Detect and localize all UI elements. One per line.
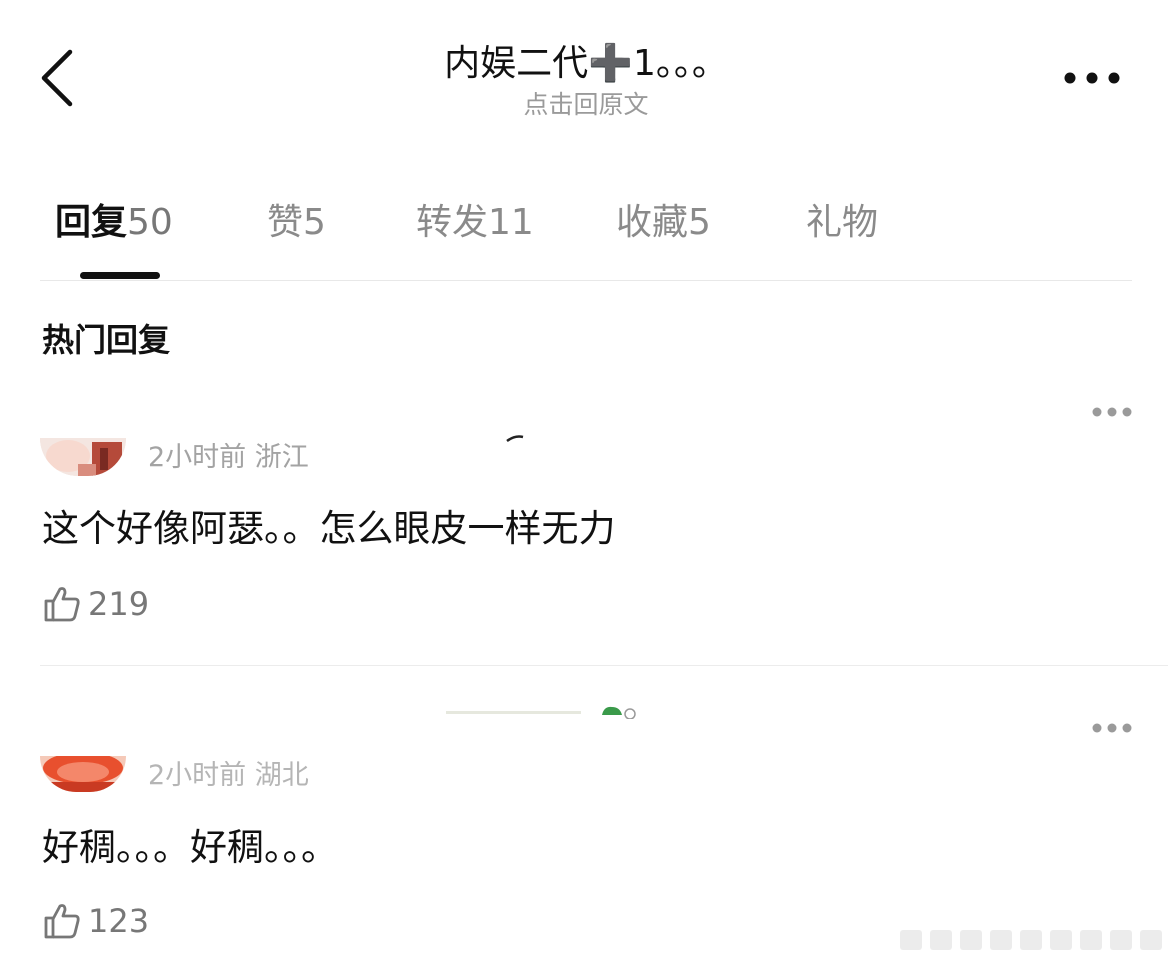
- tab-gifts[interactable]: 礼物: [806, 196, 878, 250]
- tab-reposts[interactable]: 转发11: [416, 196, 534, 250]
- view-original-link[interactable]: 点击回原文: [286, 88, 886, 122]
- comment-text: 好稠。。。好稠。。。: [42, 826, 338, 869]
- like-count: 123: [88, 902, 150, 940]
- header-title-block: 内娱二代➕1。。。 点击回原文: [286, 40, 886, 122]
- more-options-button[interactable]: [1060, 66, 1124, 90]
- like-button[interactable]: 219: [42, 584, 149, 624]
- tab-count: 5: [688, 202, 711, 243]
- active-tab-indicator: [80, 272, 160, 279]
- chevron-left-icon: [41, 49, 73, 107]
- username-fragment: [446, 704, 646, 720]
- tab-label: 回复: [55, 202, 128, 243]
- watermark-graphic: [900, 924, 1162, 954]
- comment-text: 这个好像阿瑟。。怎么眼皮一样无力: [42, 507, 616, 550]
- tab-count: 50: [127, 202, 173, 243]
- comment-more-button[interactable]: [1090, 404, 1134, 418]
- comment-divider: [40, 665, 1168, 666]
- comment-more-button[interactable]: [1090, 720, 1134, 734]
- tab-likes[interactable]: 赞5: [267, 196, 326, 250]
- like-count: 219: [88, 585, 150, 623]
- avatar[interactable]: [40, 756, 126, 792]
- tab-count: 5: [303, 202, 326, 243]
- page-title: 内娱二代➕1。。。: [444, 43, 728, 84]
- comment-meta: 2小时前 浙江: [148, 442, 309, 473]
- tab-count: 11: [488, 202, 534, 243]
- tab-label: 礼物: [806, 202, 879, 243]
- tab-replies[interactable]: 回复50: [55, 196, 173, 250]
- thumbs-up-icon: [44, 904, 80, 939]
- comment-meta: 2小时前 湖北: [148, 760, 309, 791]
- tab-label: 赞: [267, 202, 304, 243]
- like-button[interactable]: 123: [42, 901, 149, 941]
- thumbs-up-icon: [44, 587, 80, 622]
- tab-label: 收藏: [616, 202, 689, 243]
- username-fragment: [505, 428, 525, 443]
- avatar[interactable]: [40, 438, 126, 476]
- more-horizontal-icon: [1092, 723, 1132, 733]
- more-horizontal-icon: [1092, 407, 1132, 417]
- more-horizontal-icon: [1064, 72, 1120, 84]
- tab-favorites[interactable]: 收藏5: [616, 196, 711, 250]
- section-title: 热门回复: [42, 321, 171, 359]
- back-button[interactable]: [30, 46, 80, 110]
- tabs-divider: [40, 280, 1132, 281]
- tab-label: 转发: [416, 202, 489, 243]
